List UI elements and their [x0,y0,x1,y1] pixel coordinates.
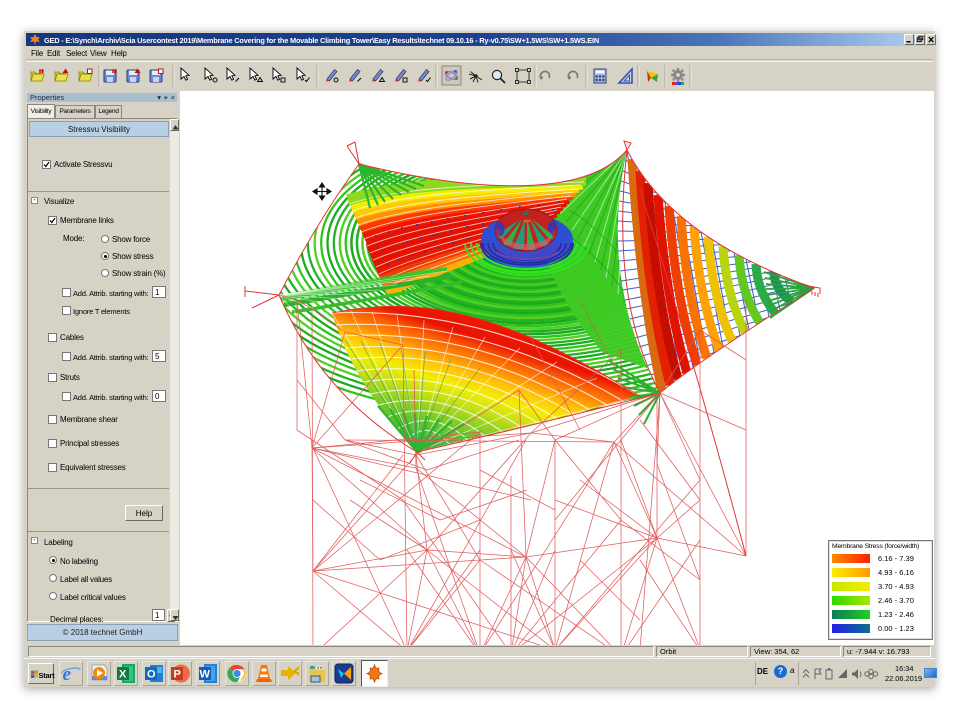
svg-text:X: X [119,669,127,681]
svg-text:O: O [147,669,156,681]
svg-text:e: e [63,664,72,685]
svg-text:W: W [200,669,211,681]
svg-text:P: P [174,669,181,681]
svg-text:Start: Start [39,671,56,680]
